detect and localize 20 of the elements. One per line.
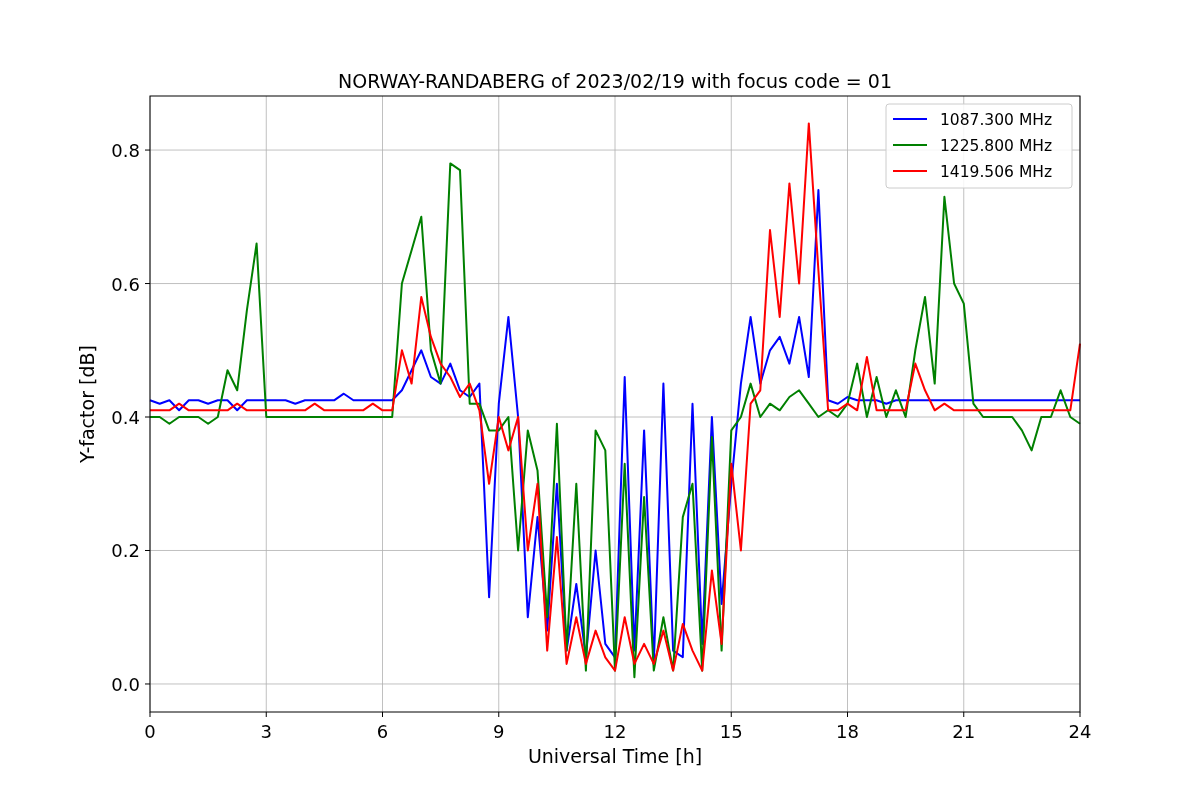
legend-label: 1419.506 MHz: [940, 163, 1053, 181]
chart-title: NORWAY-RANDABERG of 2023/02/19 with focus code = 01: [338, 70, 892, 92]
y-tick-label: 0.2: [111, 540, 140, 562]
x-axis-label: Universal Time [h]: [527, 745, 703, 767]
x-tick-label: 24: [1068, 721, 1092, 742]
x-tick-label: 6: [376, 721, 389, 742]
y-axis-label: Y-factor [dB]: [76, 345, 98, 463]
x-tick-label: 0: [144, 721, 156, 742]
x-tick-label: 12: [603, 721, 627, 742]
x-tick-label: 18: [836, 721, 859, 742]
x-tick-label: 9: [493, 721, 505, 742]
legend-label: 1225.800 MHz: [940, 137, 1053, 155]
legend-label: 1087.300 MHz: [940, 111, 1053, 129]
y-tick-label: 0.4: [111, 407, 140, 428]
y-tick-label: 0.6: [111, 273, 140, 295]
y-tick-label: 0.8: [111, 140, 140, 162]
x-tick-label: 15: [719, 721, 743, 742]
x-tick-label: 21: [952, 721, 976, 742]
y-tick-label: 0.0: [111, 673, 140, 695]
x-tick-label: 3: [260, 721, 272, 742]
